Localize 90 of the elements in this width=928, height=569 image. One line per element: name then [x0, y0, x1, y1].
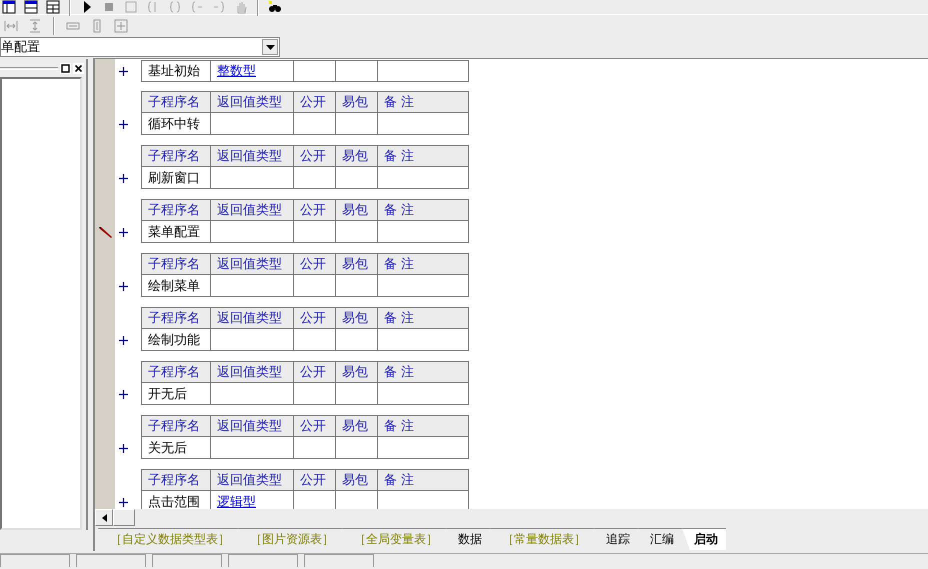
column-header: 公开: [294, 253, 336, 275]
table-cell: 循环中转: [141, 113, 211, 135]
column-header: 备 注: [378, 415, 469, 437]
caret-icon: [266, 44, 274, 50]
expand-icon[interactable]: [119, 444, 128, 452]
close-icon[interactable]: [73, 62, 84, 74]
column-header: 易包: [336, 415, 378, 437]
dropdown-button[interactable]: [262, 39, 278, 55]
table-cell: [336, 437, 378, 459]
table-cell: [336, 167, 378, 189]
column-header: 公开: [294, 361, 336, 383]
column-header: 返回值类型: [211, 199, 294, 221]
table-cell: 关无后: [141, 437, 211, 459]
column-header: 备 注: [378, 307, 469, 329]
expand-icon[interactable]: [119, 174, 128, 182]
column-header: 子程序名: [141, 145, 211, 167]
column-header: 公开: [294, 91, 336, 113]
column-header: 公开: [294, 199, 336, 221]
column-header: 子程序名: [141, 469, 211, 491]
column-header: 易包: [336, 361, 378, 383]
table-cell: 开无后: [141, 383, 211, 405]
table-cell: 绘制功能: [141, 329, 211, 351]
column-header: 公开: [294, 469, 336, 491]
column-header: 易包: [336, 145, 378, 167]
expand-icon[interactable]: [119, 228, 128, 236]
table-cell: [294, 167, 336, 189]
table-cell: [294, 383, 336, 405]
column-header: 易包: [336, 253, 378, 275]
expand-icon[interactable]: [119, 282, 128, 290]
table-cell: [336, 329, 378, 351]
module-dropdown[interactable]: 单配置: [0, 37, 280, 57]
column-header: 子程序名: [141, 253, 211, 275]
column-header: 公开: [294, 307, 336, 329]
status-panel: [152, 554, 222, 567]
column-header: 返回值类型: [211, 415, 294, 437]
status-panel: [0, 554, 70, 567]
column-header: 子程序名: [141, 415, 211, 437]
column-header: 易包: [336, 469, 378, 491]
table-cell: [294, 113, 336, 135]
table-cell: [336, 60, 378, 82]
column-header: 易包: [336, 91, 378, 113]
layout-icon[interactable]: [44, 0, 62, 16]
table-cell: 整数型: [211, 60, 294, 82]
expand-icon[interactable]: [119, 66, 128, 76]
column-header: 子程序名: [141, 199, 211, 221]
table-cell: 基址初始: [141, 60, 211, 82]
table-cell: [336, 275, 378, 297]
table-cell: [294, 221, 336, 243]
expand-icon[interactable]: [119, 390, 128, 398]
table-cell: 绘制菜单: [141, 275, 211, 297]
column-header: 返回值类型: [211, 145, 294, 167]
layout-icon[interactable]: [0, 0, 18, 16]
column-header: 返回值类型: [211, 469, 294, 491]
column-header: 备 注: [378, 199, 469, 221]
tab[interactable]: 启动: [682, 528, 726, 550]
expand-icon[interactable]: [119, 498, 128, 506]
column-header: 公开: [294, 415, 336, 437]
column-header: 备 注: [378, 469, 469, 491]
table-cell: 刷新窗口: [141, 167, 211, 189]
column-header: 备 注: [378, 91, 469, 113]
expand-icon[interactable]: [119, 336, 128, 344]
column-header: 备 注: [378, 253, 469, 275]
column-header: 子程序名: [141, 91, 211, 113]
scroll-left-icon[interactable]: [95, 509, 113, 526]
column-header: 返回值类型: [211, 307, 294, 329]
maximize-icon[interactable]: [60, 62, 71, 74]
column-header: 易包: [336, 307, 378, 329]
table-cell: [294, 329, 336, 351]
table-cell: [294, 275, 336, 297]
layout-icon[interactable]: [22, 0, 40, 16]
column-header: 返回值类型: [211, 361, 294, 383]
column-header: 易包: [336, 199, 378, 221]
table-cell: [294, 60, 336, 82]
status-panel: [228, 554, 298, 567]
table-cell: [294, 437, 336, 459]
table-cell: [336, 383, 378, 405]
code-editor[interactable]: [95, 58, 928, 509]
expand-icon[interactable]: [119, 120, 128, 128]
column-header: 返回值类型: [211, 91, 294, 113]
column-header: 子程序名: [141, 307, 211, 329]
status-panel: [304, 554, 374, 567]
column-header: 备 注: [378, 361, 469, 383]
table-cell: [336, 113, 378, 135]
column-header: 子程序名: [141, 361, 211, 383]
table-cell: 菜单配置: [141, 221, 211, 243]
table-cell: [336, 221, 378, 243]
column-header: 返回值类型: [211, 253, 294, 275]
column-header: 备 注: [378, 145, 469, 167]
column-header: 公开: [294, 145, 336, 167]
status-panel: [76, 554, 146, 567]
